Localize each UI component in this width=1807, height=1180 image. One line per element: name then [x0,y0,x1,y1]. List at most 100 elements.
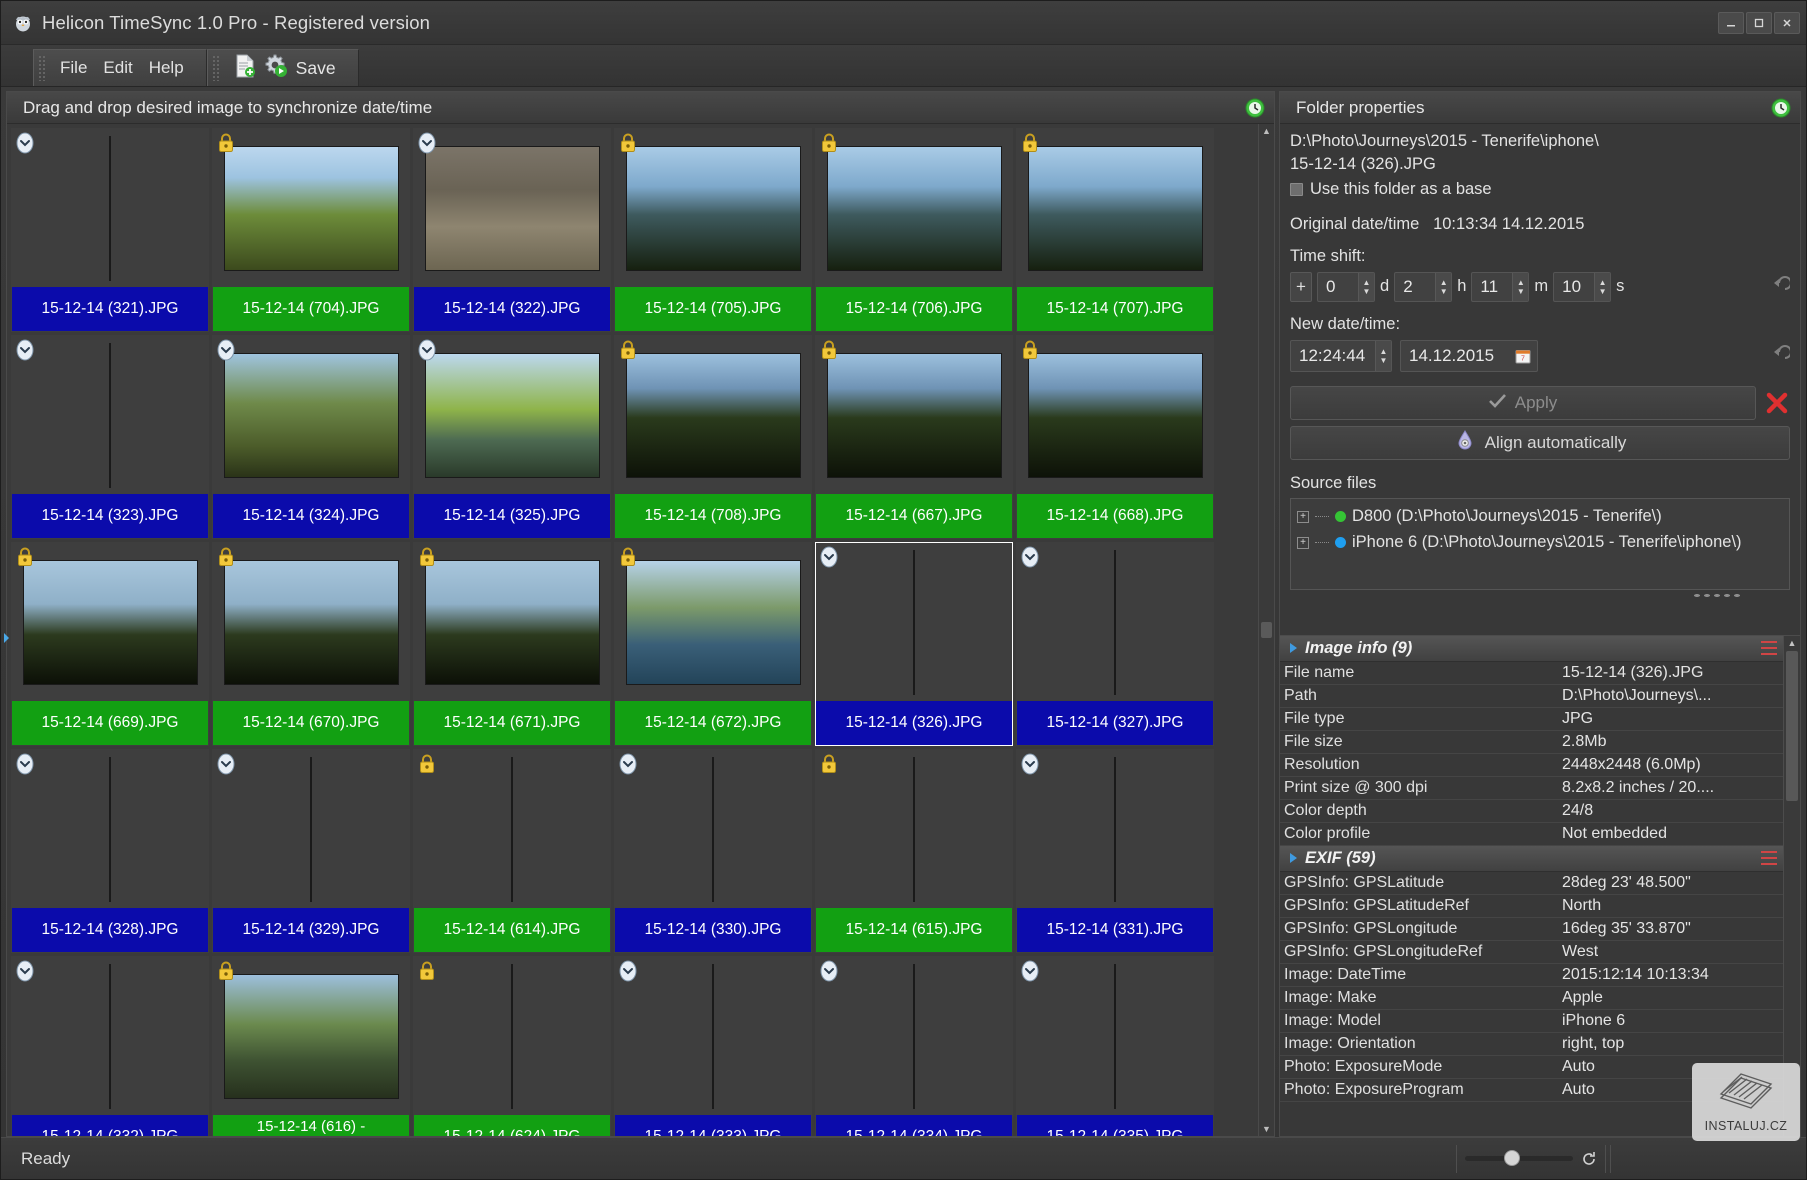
clock-badge[interactable] [417,339,437,361]
thumbnail-image-box[interactable] [816,336,1012,494]
thumbnail-image-box[interactable] [816,957,1012,1115]
thumbnail-caption[interactable]: 15-12-14 (329).JPG [213,908,409,952]
thumbnail-cell[interactable]: 15-12-14 (667).JPG [815,335,1013,539]
new-date-value[interactable]: 14.12.2015 [1409,346,1494,366]
shift-days-stepper[interactable]: 0 ▲▼ [1317,272,1375,302]
thumbnail-image-box[interactable] [414,336,610,494]
thumbnail-caption[interactable]: 15-12-14 (615).JPG [816,908,1012,952]
thumbnail-cell[interactable]: 15-12-14 (704).JPG [212,128,410,332]
thumbnail-image-box[interactable] [816,543,1012,701]
align-automatically-button[interactable]: Align automatically [1290,426,1790,460]
thumbnail-caption[interactable]: 15-12-14 (328).JPG [12,908,208,952]
exif-header[interactable]: EXIF (59) [1280,846,1783,872]
table-row[interactable]: Color depth24/8 [1280,800,1783,823]
thumbnail-image-box[interactable] [213,750,409,908]
new-file-button[interactable]: Save [226,54,344,83]
table-row[interactable]: GPSInfo: GPSLatitude28deg 23' 48.500" [1280,872,1783,895]
lock-badge[interactable] [819,339,839,361]
shift-undo-icon[interactable] [1768,276,1790,298]
thumbnail-cell[interactable]: 15-12-14 (708).JPG [614,335,812,539]
table-row[interactable]: Image: DateTime2015:12:14 10:13:34 [1280,964,1783,987]
thumbnail-cell[interactable]: 15-12-14 (670).JPG [212,542,410,746]
shift-minutes-value[interactable]: 11 [1472,273,1512,301]
clock-badge[interactable] [15,753,35,775]
new-time-field[interactable]: 12:24:44 ▲▼ [1290,340,1392,372]
table-row[interactable]: Color profileNot embedded [1280,823,1783,846]
thumbnail-image-box[interactable] [615,750,811,908]
shift-seconds-arrows[interactable]: ▲▼ [1594,273,1610,301]
thumbnail-cell[interactable]: 15-12-14 (333).JPG [614,956,812,1136]
menu-item-edit[interactable]: Edit [95,56,140,80]
thumbnail-image-box[interactable] [213,336,409,494]
shift-days-value[interactable]: 0 [1318,273,1358,301]
image-info-header[interactable]: Image info (9) [1280,636,1783,662]
section-menu-icon[interactable] [1761,641,1777,655]
shift-seconds-stepper[interactable]: 10 ▲▼ [1553,272,1611,302]
clock-badge[interactable] [216,339,236,361]
thumbnail-caption[interactable]: 15-12-14 (321).JPG [12,287,208,331]
thumbnail-image-box[interactable] [12,336,208,494]
thumbnail-cell[interactable]: 15-12-14 (330).JPG [614,749,812,953]
panel-splitter[interactable] [1290,590,1790,601]
thumbnail-image-box[interactable] [12,957,208,1115]
thumbnail-image-box[interactable] [816,129,1012,287]
thumbnail-image-box[interactable] [213,957,409,1115]
new-time-value[interactable]: 12:24:44 [1291,341,1375,371]
lock-badge[interactable] [1020,339,1040,361]
shift-minutes-stepper[interactable]: 11 ▲▼ [1471,272,1529,302]
thumbnail-image-box[interactable] [414,129,610,287]
thumbnail-caption[interactable]: 15-12-14 (624).JPG [414,1115,610,1136]
table-row[interactable]: GPSInfo: GPSLatitudeRefNorth [1280,895,1783,918]
clock-badge[interactable] [216,753,236,775]
info-scroll-thumb[interactable] [1786,651,1798,801]
thumbnail-caption[interactable]: 15-12-14 (707).JPG [1017,287,1213,331]
thumbnail-image-box[interactable] [1017,129,1213,287]
thumbnail-image-box[interactable] [615,543,811,701]
scroll-down-arrow[interactable]: ▼ [1262,1124,1271,1134]
thumbnail-cell[interactable]: 15-12-14 (616) - pano_hf.jpg [212,956,410,1136]
table-row[interactable]: Image: ModeliPhone 6 [1280,1010,1783,1033]
menu-grip-handle[interactable] [38,55,46,81]
thumbnail-caption[interactable]: 15-12-14 (672).JPG [615,701,811,745]
shift-days-arrows[interactable]: ▲▼ [1358,273,1374,301]
clock-badge[interactable] [1020,753,1040,775]
cancel-button[interactable] [1764,390,1790,416]
thumbnail-cell[interactable]: 15-12-14 (334).JPG [815,956,1013,1136]
thumbnail-cell[interactable]: 15-12-14 (614).JPG [413,749,611,953]
thumbnail-image-box[interactable] [615,957,811,1115]
thumbnail-caption[interactable]: 15-12-14 (616) - pano_hf.jpg [213,1115,409,1136]
thumbnail-image-box[interactable] [816,750,1012,908]
lock-badge[interactable] [1020,132,1040,154]
thumbnail-caption[interactable]: 15-12-14 (705).JPG [615,287,811,331]
table-row[interactable]: GPSInfo: GPSLongitude16deg 35' 33.870" [1280,918,1783,941]
thumbnail-caption[interactable]: 15-12-14 (326).JPG [816,701,1012,745]
thumbnail-caption[interactable]: 15-12-14 (667).JPG [816,494,1012,538]
table-row[interactable]: Resolution2448x2448 (6.0Mp) [1280,754,1783,777]
shift-hours-arrows[interactable]: ▲▼ [1435,273,1451,301]
info-scrollbar[interactable]: ▲ [1783,636,1800,1136]
lock-badge[interactable] [216,960,236,982]
info-scroll-up-arrow[interactable]: ▲ [1788,638,1797,649]
section-menu-icon[interactable] [1761,851,1777,865]
thumbnail-cell[interactable]: 15-12-14 (705).JPG [614,128,812,332]
thumbnail-cell[interactable]: 15-12-14 (322).JPG [413,128,611,332]
thumbnail-cell[interactable]: 15-12-14 (615).JPG [815,749,1013,953]
maximize-button[interactable] [1746,12,1772,34]
lock-badge[interactable] [15,546,35,568]
source-tree-row[interactable]: +D800 (D:\Photo\Journeys\2015 - Tenerife… [1297,504,1783,530]
apply-button[interactable]: Apply [1290,386,1756,420]
thumbnail-cell[interactable]: 15-12-14 (669).JPG [11,542,209,746]
thumbnail-caption[interactable]: 15-12-14 (324).JPG [213,494,409,538]
lock-badge[interactable] [216,132,236,154]
reset-icon[interactable] [1581,1151,1597,1167]
thumbnail-image-box[interactable] [414,750,610,908]
thumbnail-image-box[interactable] [615,129,811,287]
lock-badge[interactable] [417,960,437,982]
shift-hours-stepper[interactable]: 2 ▲▼ [1394,272,1452,302]
menu-item-help[interactable]: Help [141,56,192,80]
new-time-arrows[interactable]: ▲▼ [1375,341,1391,371]
zoom-slider-track[interactable] [1465,1156,1573,1161]
thumbnail-cell[interactable]: 15-12-14 (325).JPG [413,335,611,539]
thumbnail-caption[interactable]: 15-12-14 (706).JPG [816,287,1012,331]
thumbnail-image-box[interactable] [1017,543,1213,701]
